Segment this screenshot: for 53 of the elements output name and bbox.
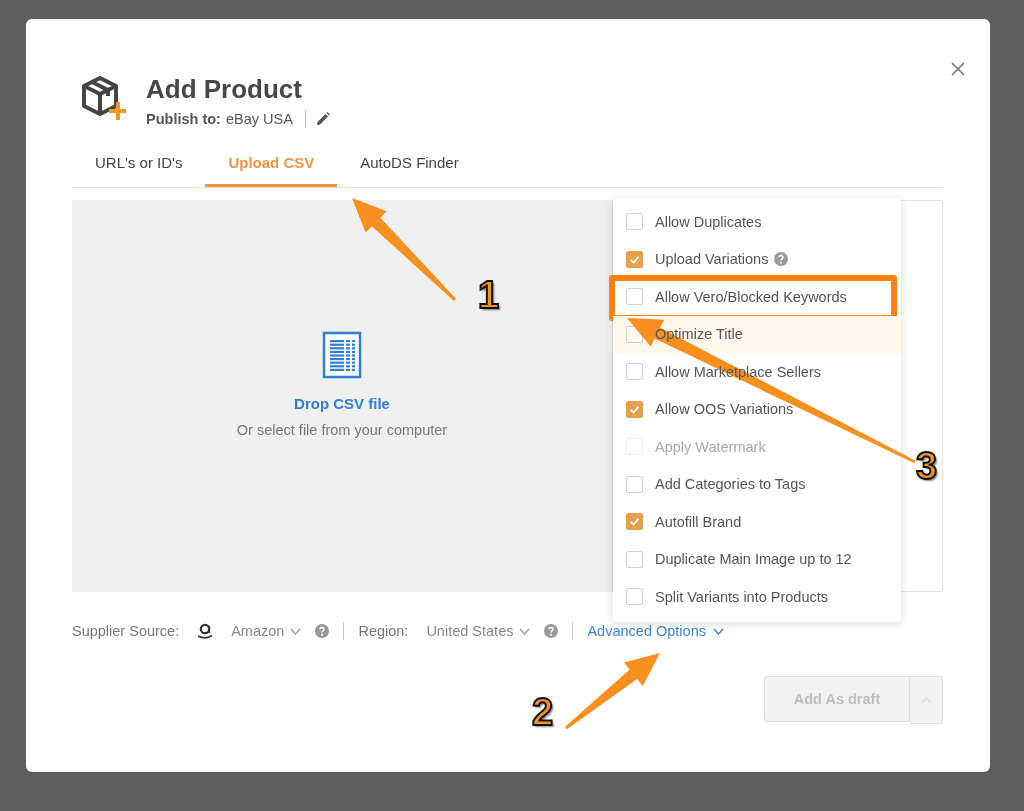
option-label: Duplicate Main Image up to 12 xyxy=(655,551,852,568)
option-item[interactable]: Autofill Brand xyxy=(613,503,901,541)
option-item[interactable]: Allow OOS Variations xyxy=(613,390,901,428)
checkbox[interactable] xyxy=(626,288,643,306)
option-item[interactable]: Add Categories to Tags xyxy=(613,465,901,503)
chevron-down-icon xyxy=(519,627,531,635)
supplier-select[interactable]: Amazon xyxy=(197,622,302,640)
option-label: Allow OOS Variations xyxy=(655,401,794,418)
option-label: Split Variants into Products xyxy=(655,588,828,605)
checkbox[interactable] xyxy=(626,475,643,493)
region-label: Region: xyxy=(358,623,409,639)
checkbox[interactable] xyxy=(626,213,643,231)
callout-number: 1 xyxy=(478,275,500,315)
checkbox[interactable] xyxy=(626,250,643,268)
tab[interactable]: URL's or ID's xyxy=(72,154,206,187)
help-icon xyxy=(544,624,559,638)
option-label: Upload Variations xyxy=(655,251,769,268)
checkbox[interactable] xyxy=(626,550,643,568)
region-value: United States xyxy=(426,623,514,639)
option-label: Autofill Brand xyxy=(655,513,742,530)
option-label: Apply Watermark xyxy=(655,438,766,455)
checkbox[interactable] xyxy=(626,513,643,531)
chevron-down-icon xyxy=(712,627,724,635)
option-label: Allow Vero/Blocked Keywords xyxy=(655,288,847,305)
supplier-value: Amazon xyxy=(231,623,285,639)
chevron-down-icon xyxy=(290,627,302,635)
option-item[interactable]: Upload Variations xyxy=(613,240,901,278)
supplier-label: Supplier Source: xyxy=(72,623,180,639)
checkbox[interactable] xyxy=(626,363,643,381)
drop-title: Drop CSV file xyxy=(294,394,390,412)
tab[interactable]: AutoDS Finder xyxy=(337,154,482,187)
callout-number: 2 xyxy=(532,692,554,732)
publish-label: Publish to: xyxy=(146,111,221,127)
dropdown-toggle[interactable] xyxy=(910,676,943,724)
pencil-icon[interactable] xyxy=(315,112,330,126)
drop-hint: Or select file from your computer xyxy=(236,421,448,438)
option-item[interactable]: Duplicate Main Image up to 12 xyxy=(613,540,901,578)
dialog-title: Add Product xyxy=(146,74,303,104)
option-item[interactable]: Allow Duplicates xyxy=(613,203,901,241)
help-icon xyxy=(315,624,330,638)
option-label: Allow Duplicates xyxy=(655,213,762,230)
spreadsheet-icon xyxy=(322,330,362,379)
box-plus-icon xyxy=(80,74,126,120)
checkbox[interactable] xyxy=(626,588,643,606)
help-icon xyxy=(774,252,789,267)
callout-number: 3 xyxy=(916,446,938,486)
publish-target: eBay USA xyxy=(225,111,293,127)
option-label: Add Categories to Tags xyxy=(655,476,806,493)
region-select[interactable]: United States xyxy=(426,623,531,639)
smile-logo-icon xyxy=(197,622,214,640)
close-icon[interactable] xyxy=(950,61,966,77)
option-item[interactable]: Split Variants into Products xyxy=(613,578,901,616)
checkbox[interactable] xyxy=(626,400,643,418)
